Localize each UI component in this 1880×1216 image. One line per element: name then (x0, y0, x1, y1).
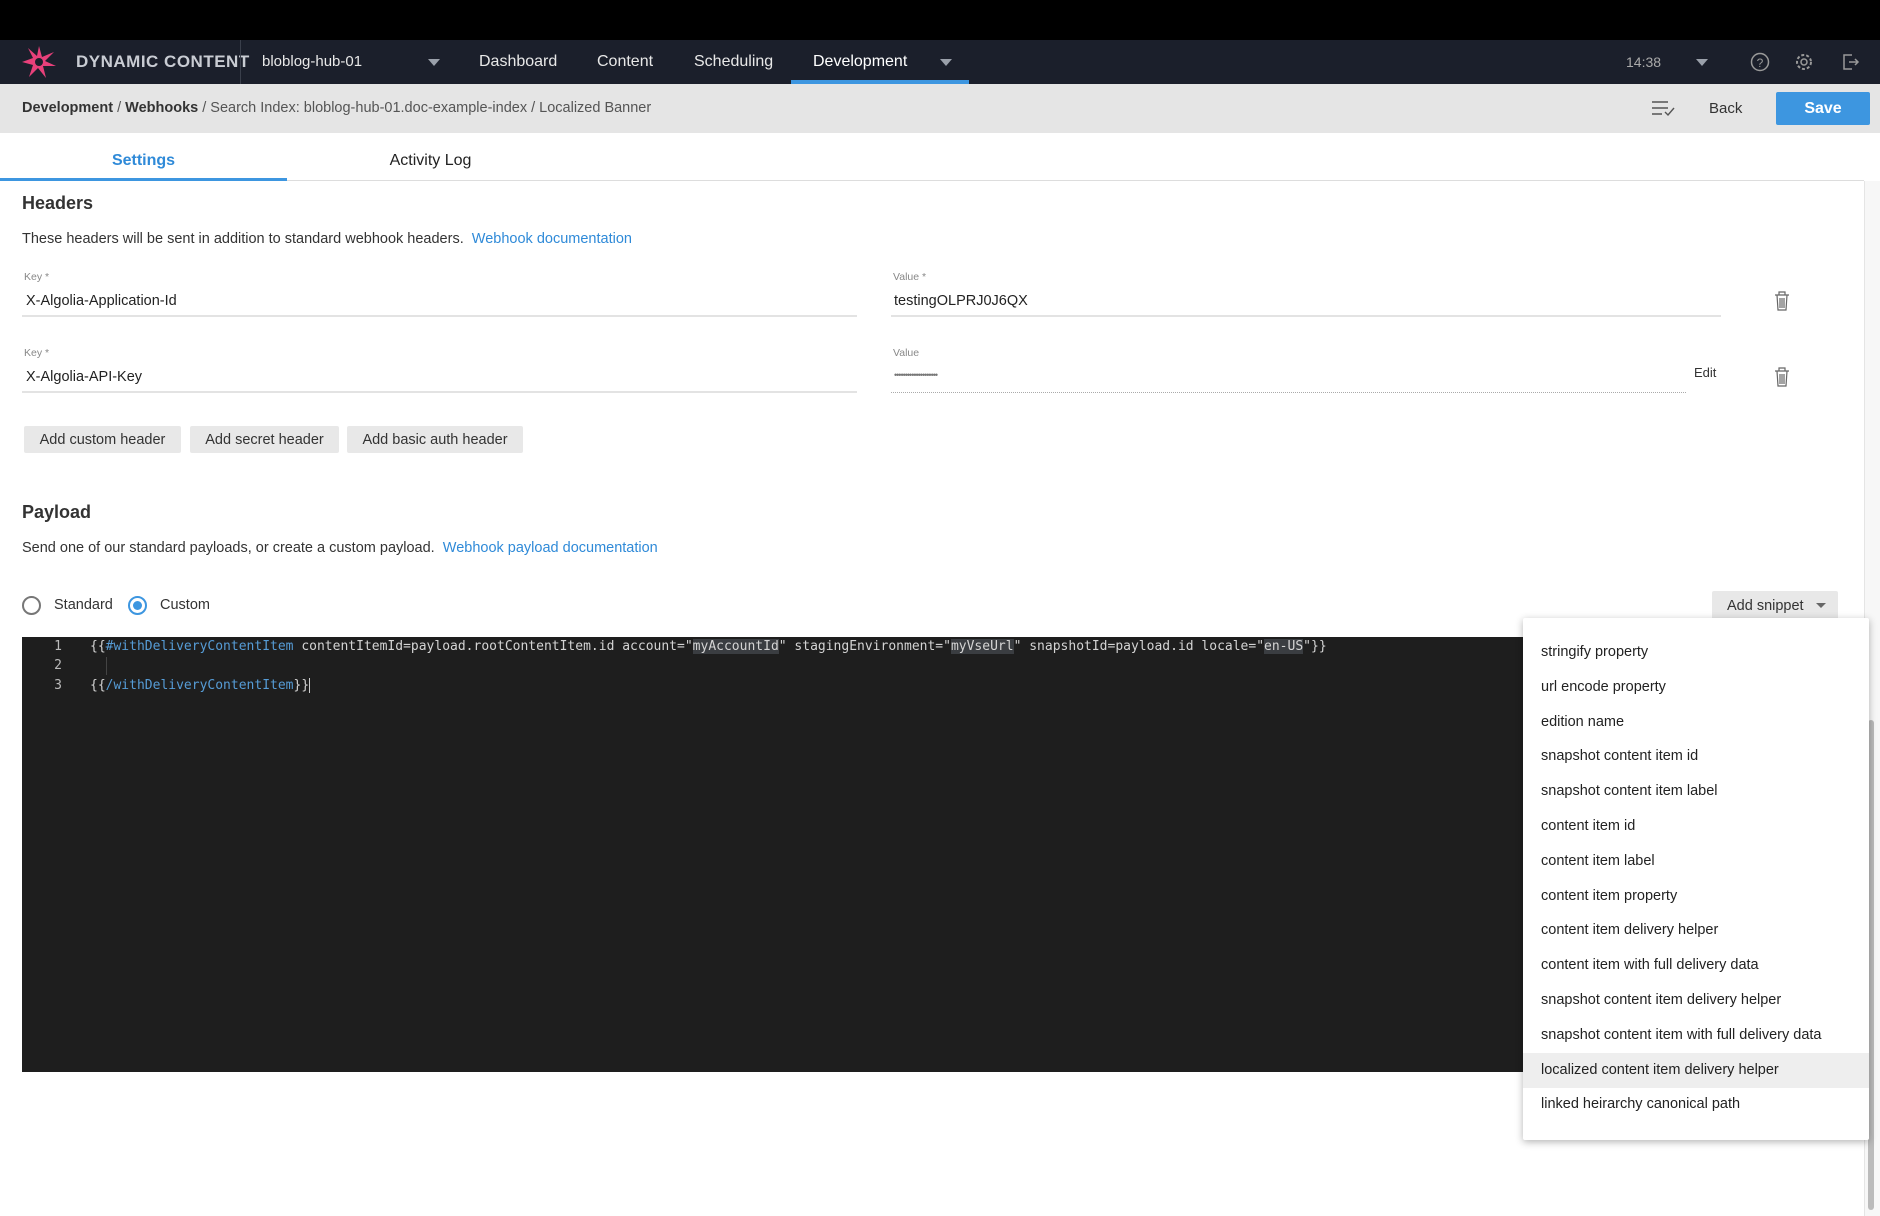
snippet-menu-item[interactable]: url encode property (1523, 670, 1869, 705)
snippet-menu-item[interactable]: edition name (1523, 705, 1869, 740)
tab-settings[interactable]: Settings (0, 133, 287, 181)
breadcrumb-current: / Search Index: bloblog-hub-01.doc-examp… (202, 100, 652, 116)
line-number: 2 (54, 658, 62, 673)
svg-text:?: ? (1757, 56, 1764, 70)
snippet-menu-item[interactable]: content item label (1523, 844, 1869, 879)
key-input[interactable]: X-Algolia-Application-Id (26, 293, 177, 309)
save-button[interactable]: Save (1776, 92, 1870, 125)
back-button[interactable]: Back (1709, 84, 1742, 133)
breadcrumb-development[interactable]: Development (22, 100, 113, 116)
snippet-menu-item[interactable]: content item property (1523, 879, 1869, 914)
add-custom-header-button[interactable]: Add custom header (24, 426, 181, 453)
snippet-menu-item[interactable]: snapshot content item with full delivery… (1523, 1018, 1869, 1053)
breadcrumb-webhooks[interactable]: Webhooks (125, 100, 198, 116)
code-line-1: {{#withDeliveryContentItem contentItemId… (90, 639, 1327, 654)
snippet-menu-item[interactable]: snapshot content item delivery helper (1523, 983, 1869, 1018)
secret-value: •••••••••••••••••••• (894, 370, 938, 380)
hub-caret-icon[interactable] (428, 59, 440, 66)
code-line-3: {{/withDeliveryContentItem}} (90, 678, 311, 693)
delete-trash-icon[interactable] (1773, 366, 1791, 388)
value-label: Value * (893, 271, 927, 283)
logout-icon[interactable] (1840, 52, 1860, 72)
snippet-menu-item[interactable]: stringify property (1523, 635, 1869, 670)
tab-activity-log[interactable]: Activity Log (287, 133, 574, 181)
add-basic-auth-header-button[interactable]: Add basic auth header (347, 426, 523, 453)
headers-description: These headers will be sent in addition t… (22, 231, 464, 247)
snippet-menu-item[interactable]: content item delivery helper (1523, 913, 1869, 948)
snippet-menu-item[interactable]: snapshot content item id (1523, 739, 1869, 774)
value-label: Value (893, 347, 920, 359)
standard-radio[interactable] (22, 596, 41, 615)
clock: 14:38 (1626, 54, 1662, 70)
development-caret-icon[interactable] (940, 59, 952, 66)
snippet-menu-item[interactable]: content item id (1523, 809, 1869, 844)
webhook-documentation-link[interactable]: Webhook documentation (472, 231, 632, 247)
payload-description: Send one of our standard payloads, or cr… (22, 540, 435, 556)
webhook-payload-documentation-link[interactable]: Webhook payload documentation (443, 540, 658, 556)
nav-development[interactable]: Development (813, 40, 907, 84)
line-number: 1 (54, 639, 62, 654)
key-label: Key * (24, 347, 50, 359)
nav-scheduling[interactable]: Scheduling (694, 40, 773, 84)
snippet-menu-item[interactable]: linked heirarchy canonical path (1523, 1087, 1869, 1122)
line-number: 3 (54, 678, 62, 693)
checklist-icon[interactable] (1650, 98, 1676, 118)
headers-title: Headers (22, 193, 94, 213)
logo-icon (22, 46, 56, 78)
nav-dashboard[interactable]: Dashboard (479, 40, 557, 84)
custom-radio[interactable] (128, 596, 147, 615)
payload-title: Payload (22, 502, 92, 522)
breadcrumb: Development / Webhooks / Search Index: b… (22, 100, 652, 116)
top-black-bar (0, 0, 1880, 40)
key-input[interactable]: X-Algolia-API-Key (26, 369, 142, 385)
brand-name: DYNAMIC CONTENT (76, 52, 250, 71)
snippet-menu-item[interactable]: content item with full delivery data (1523, 948, 1869, 983)
help-icon[interactable]: ? (1750, 52, 1770, 72)
snippet-dropdown-menu: stringify property url encode property edi… (1523, 618, 1869, 1140)
add-snippet-label: Add snippet (1727, 597, 1804, 614)
time-caret-icon[interactable] (1696, 59, 1708, 66)
custom-label[interactable]: Custom (160, 597, 210, 613)
tab-bar: Settings Activity Log (0, 133, 1864, 181)
hub-selector[interactable]: bloblog-hub-01 (262, 40, 362, 84)
add-snippet-button[interactable]: Add snippet (1712, 591, 1838, 620)
delete-trash-icon[interactable] (1773, 290, 1791, 312)
snippet-menu-item[interactable]: snapshot content item label (1523, 774, 1869, 809)
breadcrumb-bar: Development / Webhooks / Search Index: b… (0, 84, 1880, 133)
edit-secret-button[interactable]: Edit (1694, 365, 1716, 380)
chevron-down-icon (1816, 603, 1826, 608)
snippet-menu-item[interactable]: localized content item delivery helper (1523, 1052, 1869, 1088)
settings-gear-icon[interactable] (1794, 52, 1814, 72)
standard-label[interactable]: Standard (54, 597, 113, 613)
top-nav: DYNAMIC CONTENT bloblog-hub-01 Dashboard… (0, 40, 1880, 84)
add-secret-header-button[interactable]: Add secret header (190, 426, 339, 453)
value-input[interactable]: testingOLPRJ0J6QX (894, 293, 1028, 309)
key-label: Key * (24, 271, 50, 283)
nav-content[interactable]: Content (597, 40, 653, 84)
